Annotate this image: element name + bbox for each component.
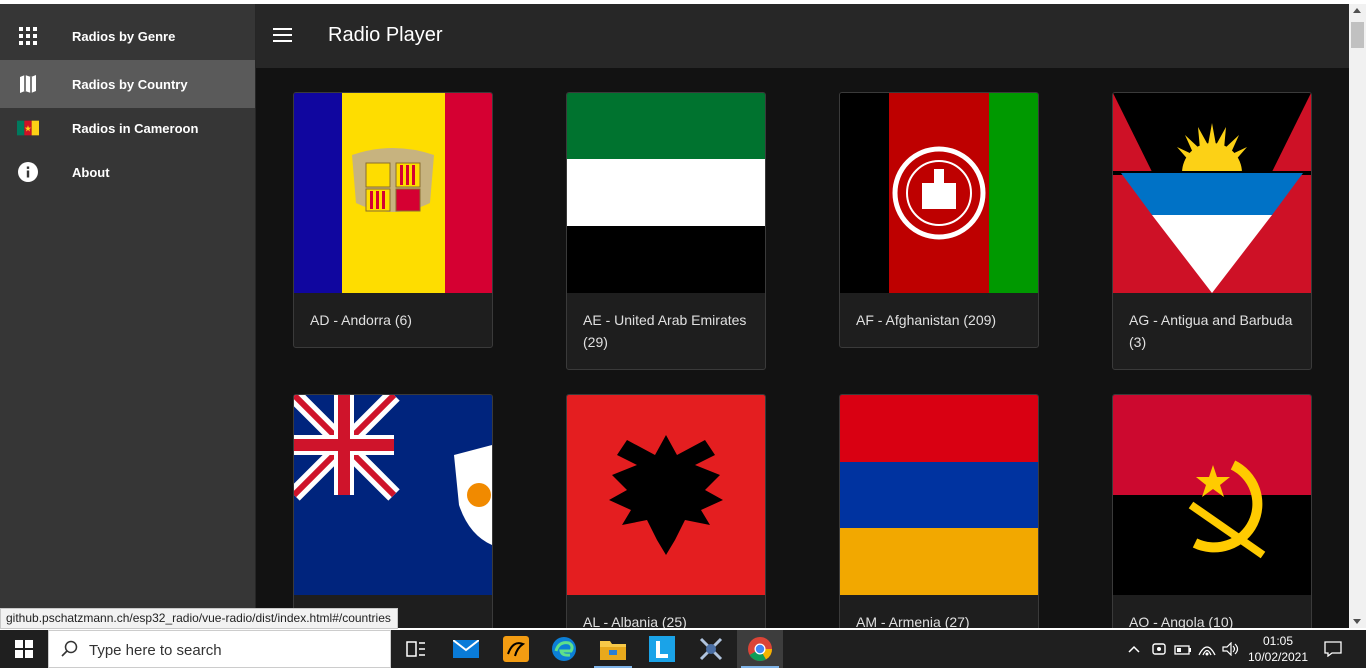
link-status-url: github.pschatzmann.ch/esp32_radio/vue-ra…	[0, 608, 398, 629]
map-icon	[17, 73, 39, 95]
page-title: Radio Player	[328, 24, 443, 46]
drawing-app-icon[interactable]	[493, 630, 539, 668]
country-card-andorra[interactable]: AD - Andorra (6)	[293, 92, 493, 348]
country-card-antigua[interactable]: AG - Antigua and Barbuda (3)	[1112, 92, 1312, 370]
country-card-afghanistan[interactable]: AF - Afghanistan (209)	[839, 92, 1039, 348]
country-label: AM - Armenia (27)	[856, 614, 970, 628]
taskbar-search-box[interactable]: Type here to search	[48, 630, 391, 668]
mail-app-icon[interactable]	[443, 630, 489, 668]
angola-flag	[1113, 395, 1311, 595]
app-bar: Radio Player	[256, 4, 1349, 68]
wifi-icon[interactable]	[1196, 630, 1218, 668]
l-app-icon[interactable]	[639, 630, 685, 668]
country-label: AE - United Arab Emirates (29)	[583, 312, 747, 350]
country-label: AF - Afghanistan (209)	[856, 312, 997, 328]
cameroon-flag-icon	[17, 117, 39, 139]
app-window: Radios by Genre Radios by Country Radios…	[0, 4, 1349, 628]
meet-now-icon[interactable]	[1148, 630, 1170, 668]
clock-date: 10/02/2021	[1247, 650, 1309, 664]
country-label: AO - Angola (10)	[1129, 614, 1234, 628]
clock-time: 01:05	[1262, 634, 1294, 648]
nav-radios-in-cameroon[interactable]: Radios in Cameroon	[0, 106, 256, 150]
info-icon	[17, 161, 39, 183]
sidebar-divider	[255, 4, 256, 628]
country-card-albania[interactable]: AL - Albania (25)	[566, 394, 766, 628]
country-label: AG - Antigua and Barbuda (3)	[1129, 312, 1293, 350]
vertical-scrollbar[interactable]	[1349, 4, 1366, 628]
andorra-flag	[294, 93, 492, 293]
nav-radios-by-genre[interactable]: Radios by Genre	[0, 14, 256, 58]
scroll-down-icon[interactable]	[1353, 619, 1361, 624]
nav-label: Radios in Cameroon	[72, 120, 199, 136]
navigation-drawer: Radios by Genre Radios by Country Radios…	[0, 4, 256, 628]
country-card-anguilla[interactable]: )	[293, 394, 493, 628]
nav-about[interactable]: About	[0, 150, 256, 194]
file-explorer-icon[interactable]	[590, 630, 636, 668]
nav-label: Radios by Genre	[72, 28, 176, 44]
nav-radios-by-country[interactable]: Radios by Country	[0, 60, 256, 108]
country-card-armenia[interactable]: AM - Armenia (27)	[839, 394, 1039, 628]
antigua-flag	[1113, 93, 1311, 293]
battery-icon[interactable]	[1172, 630, 1194, 668]
edge-browser-icon[interactable]	[541, 630, 587, 668]
country-card-uae[interactable]: AE - United Arab Emirates (29)	[566, 92, 766, 370]
scroll-up-icon[interactable]	[1353, 8, 1361, 13]
notification-icon[interactable]	[1318, 630, 1348, 668]
scrollbar-thumb[interactable]	[1351, 22, 1364, 48]
volume-icon[interactable]	[1220, 630, 1242, 668]
country-label: AD - Andorra (6)	[310, 312, 412, 328]
chrome-browser-icon[interactable]	[737, 630, 783, 668]
windows-start-icon[interactable]	[0, 630, 48, 668]
afghanistan-flag	[840, 93, 1038, 293]
task-view-icon[interactable]	[393, 630, 439, 668]
hamburger-menu-icon[interactable]	[272, 24, 296, 48]
anguilla-flag	[294, 395, 492, 595]
windows-taskbar: Type here to search 01:05 10/02/2021	[0, 630, 1366, 668]
nav-label: About	[72, 164, 110, 180]
country-card-angola[interactable]: AO - Angola (10)	[1112, 394, 1312, 628]
uae-flag	[567, 93, 765, 293]
country-label: AL - Albania (25)	[583, 614, 687, 628]
taskbar-clock[interactable]: 01:05 10/02/2021	[1244, 633, 1312, 665]
nav-label: Radios by Country	[72, 76, 188, 92]
armenia-flag	[840, 395, 1038, 595]
albania-flag	[567, 395, 765, 595]
tools-app-icon[interactable]	[688, 630, 734, 668]
grid-icon	[17, 25, 39, 47]
search-placeholder: Type here to search	[89, 642, 222, 659]
search-icon	[61, 640, 79, 663]
chevron-up-icon[interactable]	[1124, 630, 1144, 668]
